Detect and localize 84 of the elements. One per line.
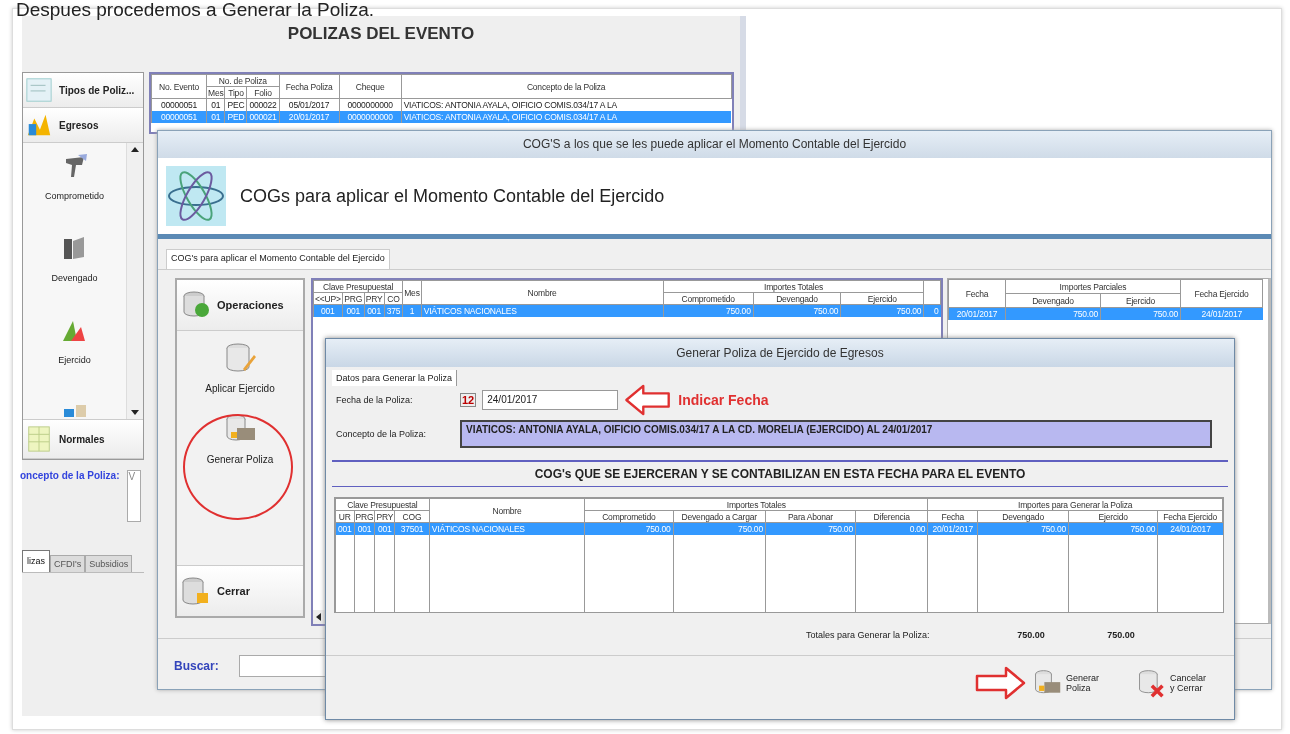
column-header: PRY (364, 292, 385, 305)
database-pencil-icon (223, 341, 257, 375)
section-title: COG's QUE SE EJERCERAN Y SE CONTABILIZAN EN ESTA FECHA PARA EL EVENTO (332, 460, 1228, 487)
column-header: Devengado (1005, 293, 1101, 308)
spreadsheet-icon (25, 425, 53, 453)
tab[interactable]: COG's para aplicar el Momento Contable del Ejercido (166, 249, 390, 269)
operation-button[interactable]: Aplicar Ejercido (205, 341, 275, 394)
scroll-up-arrow-icon[interactable] (131, 146, 139, 152)
column-header: PRY (374, 510, 395, 523)
column-header: Ejercido (1068, 510, 1158, 523)
tab[interactable]: CFDI's (50, 555, 86, 572)
column-header: UR (335, 510, 355, 523)
window-title: Generar Poliza de Ejercido de Egresos (326, 339, 1234, 367)
column-header: Fecha (927, 510, 978, 523)
column-header: Devengado a Cargar (673, 510, 766, 523)
total-value: 750.00 (1106, 630, 1136, 640)
right-arrow-annotation (974, 666, 1026, 700)
annotation-text: Indicar Fecha (678, 392, 769, 408)
column-header: No. Evento (151, 74, 207, 99)
window-title: POLIZAS DEL EVENTO (286, 23, 476, 45)
tab[interactable]: Datos para Generar la Poliza (332, 370, 458, 386)
column-header: Importes Parciales (1005, 279, 1181, 294)
column-header: <<UP> (313, 292, 343, 305)
banner-title: COGs para aplicar el Momento Contable del Ejercido (240, 185, 665, 207)
scroll-down-arrow-icon[interactable] (131, 410, 139, 416)
sidebar-group[interactable]: Tipos de Poliz... (23, 73, 143, 108)
dialog-button[interactable]: Cancelar y Cerrar (1136, 668, 1210, 698)
column-header: Cheque (339, 74, 402, 99)
column-header: Clave Presupuestal (335, 498, 430, 511)
column-header: Comprometido (584, 510, 674, 523)
column-header: Diferencia (855, 510, 928, 523)
search-label: Buscar: (174, 659, 219, 673)
field-label: Concepto de la Poliza: (336, 429, 428, 439)
column-header: Fecha (948, 279, 1006, 308)
column-header: Fecha Ejercido (1180, 279, 1263, 308)
totals-label: Totales para Generar la Poliza: (806, 630, 931, 640)
dialog-button[interactable]: Generar Poliza (1032, 668, 1106, 698)
sidebar-group[interactable]: Egresos (23, 108, 143, 143)
concepto-field[interactable]: V (127, 470, 142, 522)
column-header: Clave Presupuestal (313, 280, 403, 293)
sidebar-item[interactable]: Ejercido (58, 315, 91, 397)
column-header: Fecha Poliza (279, 74, 340, 99)
atom-icon (166, 166, 226, 226)
column-header: Ejercido (840, 292, 924, 305)
field-label: Fecha de la Poliza: (336, 395, 414, 405)
sidebar-item[interactable]: Devengado (51, 233, 98, 315)
column-header: Comprometido (663, 292, 754, 305)
column-header: Mes (206, 86, 225, 99)
column-header: Devengado (753, 292, 841, 305)
left-arrow-annotation (624, 384, 673, 416)
tab[interactable]: lizas (22, 550, 50, 572)
database-icon (181, 290, 211, 320)
total-value: 750.00 (1016, 630, 1046, 640)
column-header: Nombre (421, 280, 664, 305)
column-header: Concepto de la Poliza (401, 74, 732, 99)
column-header: Mes (402, 280, 422, 305)
calendar-button[interactable]: 12 (460, 393, 477, 407)
caption-text: Despues procedemos a Generar la Poliza. (16, 0, 375, 20)
column-header: Importes Totales (584, 498, 928, 511)
date-field[interactable]: 24/01/2017 (482, 390, 619, 410)
column-header: Para Abonar (765, 510, 856, 523)
document-icon (25, 76, 53, 104)
column-header: Tipo (224, 86, 247, 99)
database-lock-icon (181, 576, 211, 606)
tab[interactable]: Subsidios (85, 555, 133, 572)
database-delete-icon (1136, 668, 1166, 698)
sidebar-group[interactable]: Normales (23, 419, 143, 459)
field-label: oncepto de la Poliza: (20, 470, 120, 481)
column-header: Devengado (977, 510, 1069, 523)
column-header: No. de Poliza (206, 74, 280, 87)
operation-button[interactable]: Generar Poliza (206, 412, 274, 465)
close-button[interactable]: Cerrar (177, 565, 303, 616)
column-header: Nombre (429, 498, 585, 523)
window-title: COG'S a los que se les puede aplicar el Momento Contable del Ejercido (158, 131, 1271, 158)
column-header: Importes para Generar la Poliza (927, 498, 1223, 511)
concepto-field[interactable]: VIATICOS: ANTONIA AYALA, OIFICIO COMIS.034/17 A LA CD. MORELIA (EJERCIDO) AL 24/01/2017 (460, 420, 1212, 448)
scrollbar[interactable] (126, 143, 143, 419)
sidebar-item[interactable]: Comprometido (45, 151, 104, 233)
column-header: PRG (342, 292, 365, 305)
column-header: Importes Totales (663, 280, 924, 293)
panel-title: Operaciones (217, 299, 284, 311)
column-header: PRG (354, 510, 375, 523)
column-header: Fecha Ejercido (1157, 510, 1223, 523)
column-header: Folio (246, 86, 280, 99)
